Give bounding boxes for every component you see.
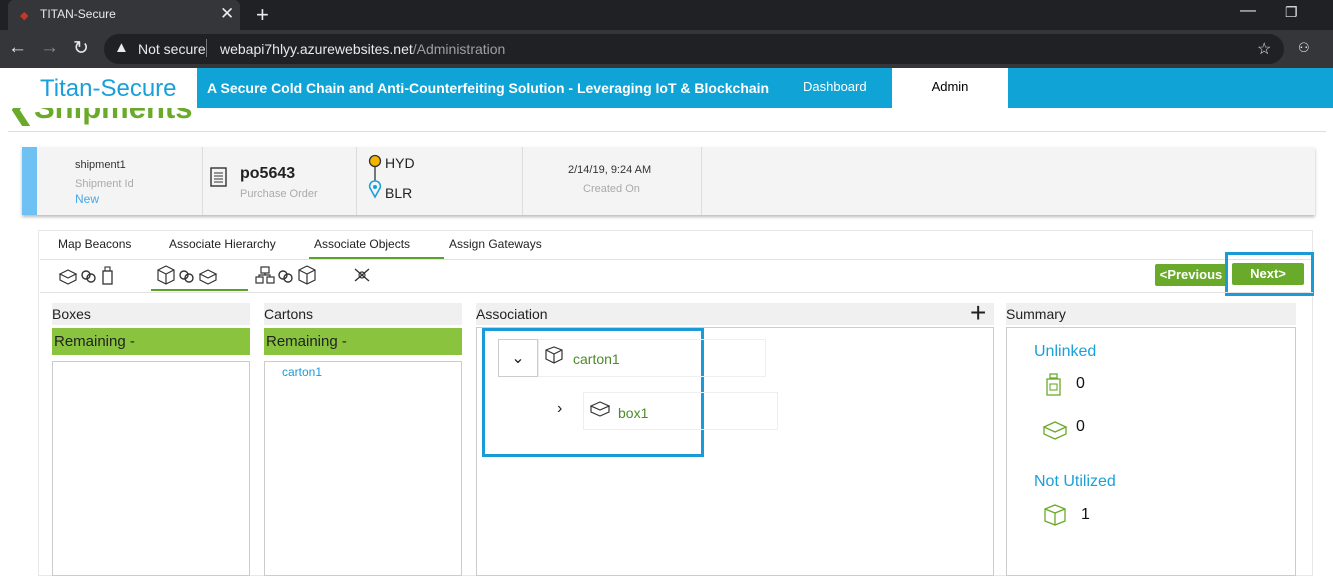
card-divider [356, 147, 357, 215]
shipment-name: shipment1 [75, 159, 126, 171]
reload-icon[interactable]: ↻ [73, 37, 89, 60]
association-header: Association [476, 303, 994, 325]
active-step-indicator [151, 289, 248, 291]
card-divider [202, 147, 203, 215]
shipment-card: shipment1 Shipment Id New po5643 Purchas… [22, 147, 1315, 215]
tab-associate-hierarchy[interactable]: Associate Hierarchy [169, 237, 276, 251]
summary-header: Summary [1006, 303, 1296, 325]
route-destination: BLR [385, 185, 413, 201]
card-divider [522, 147, 523, 215]
boxes-list[interactable] [52, 361, 250, 576]
box-icon [1042, 418, 1068, 440]
step-carton-box-icon[interactable] [156, 265, 220, 285]
boxes-remaining: Remaining - [52, 328, 250, 355]
browser-tab[interactable]: ◆ TITAN-Secure ✕ [8, 0, 240, 30]
cartons-list[interactable]: carton1 [264, 361, 462, 576]
bookmark-star-icon[interactable]: ☆ [1257, 39, 1271, 59]
header-bar: A Secure Cold Chain and Anti-Counterfeit… [197, 68, 1333, 108]
tab-divider [40, 259, 1313, 260]
not-utilized-cartons-count: 1 [1081, 506, 1090, 523]
route-icon [368, 154, 384, 202]
tree-node-label: box1 [618, 405, 649, 421]
box-icon [590, 399, 610, 417]
purchase-order-label: Purchase Order [240, 188, 318, 200]
next-button[interactable]: Next> [1232, 263, 1304, 285]
chevron-down-icon[interactable]: ⌄ [498, 339, 538, 377]
address-bar[interactable]: ▲ Not secure webapi7hlyy.azurewebsites.n… [104, 34, 1284, 64]
cartons-header: Cartons [264, 303, 462, 325]
step-gateway-icon[interactable] [352, 266, 372, 284]
cartons-remaining: Remaining - [264, 328, 462, 355]
divider [8, 131, 1326, 132]
back-icon[interactable]: ← [8, 37, 27, 59]
carton-icon [1043, 503, 1067, 527]
browser-tab-title: TITAN-Secure [40, 7, 116, 21]
minimize-window-icon[interactable]: — [1240, 2, 1256, 20]
nav-admin[interactable]: Admin [892, 68, 1008, 108]
summary-panel [1006, 327, 1296, 576]
incognito-icon[interactable]: ⚇ [1298, 40, 1310, 56]
browser-toolbar: ← → ↻ ▲ Not secure webapi7hlyy.azurewebs… [0, 30, 1333, 68]
page-title-wrap: ❮Shipments [0, 108, 1333, 130]
tab-associate-objects[interactable]: Associate Objects [314, 237, 410, 251]
steps-divider [40, 292, 1313, 293]
card-accent [22, 147, 37, 215]
unlinked-bottles-count: 0 [1076, 375, 1085, 392]
tree-node-carton[interactable]: carton1 [538, 339, 766, 377]
app-header: Titan-Secure A Secure Cold Chain and Ant… [0, 68, 1333, 108]
brand-logo[interactable]: Titan-Secure [40, 75, 177, 103]
restore-window-icon[interactable]: ❐ [1285, 4, 1298, 21]
page-title: ❮Shipments [8, 108, 192, 126]
route-origin: HYD [385, 155, 415, 171]
carton-icon [545, 346, 563, 364]
chevron-right-icon[interactable]: › [557, 400, 562, 418]
new-tab-icon[interactable]: + [256, 2, 269, 28]
tab-assign-gateways[interactable]: Assign Gateways [449, 237, 542, 251]
unlinked-boxes-count: 0 [1076, 418, 1085, 435]
previous-button[interactable]: <Previous [1155, 264, 1227, 286]
tree-node-box[interactable]: box1 [583, 392, 778, 430]
browser-tab-bar: ◆ TITAN-Secure ✕ + — ❐ [0, 0, 1333, 30]
step-box-bottle-icon[interactable] [58, 265, 120, 285]
purchase-order-number: po5643 [240, 165, 296, 182]
step-pallet-carton-icon[interactable] [255, 265, 317, 285]
tree-node-label: carton1 [573, 351, 620, 367]
tab-map-beacons[interactable]: Map Beacons [58, 237, 131, 251]
not-secure-label: Not secure [138, 41, 206, 57]
favicon-icon: ◆ [20, 10, 29, 22]
address-divider [206, 39, 207, 57]
not-utilized-heading: Not Utilized [1034, 473, 1116, 490]
nav-dashboard[interactable]: Dashboard [803, 79, 867, 94]
unlinked-heading: Unlinked [1034, 343, 1097, 360]
url-text[interactable]: webapi7hlyy.azurewebsites.net/Administra… [220, 41, 505, 57]
created-label: Created On [583, 183, 640, 195]
back-chevron-icon[interactable]: ❮ [8, 108, 34, 125]
created-date: 2/14/19, 9:24 AM [568, 164, 652, 176]
list-item[interactable]: carton1 [282, 365, 322, 379]
shipment-id-label: Shipment Id [75, 178, 134, 190]
bottle-icon [1045, 373, 1063, 397]
warning-icon: ▲ [114, 39, 129, 56]
card-divider [701, 147, 702, 215]
forward-icon[interactable]: → [40, 37, 59, 59]
close-tab-icon[interactable]: ✕ [220, 4, 234, 24]
purchase-order-icon [209, 167, 229, 187]
status-badge: New [75, 192, 100, 206]
tagline: A Secure Cold Chain and Anti-Counterfeit… [207, 80, 770, 96]
add-icon[interactable]: + [970, 299, 986, 327]
boxes-header: Boxes [52, 303, 250, 325]
